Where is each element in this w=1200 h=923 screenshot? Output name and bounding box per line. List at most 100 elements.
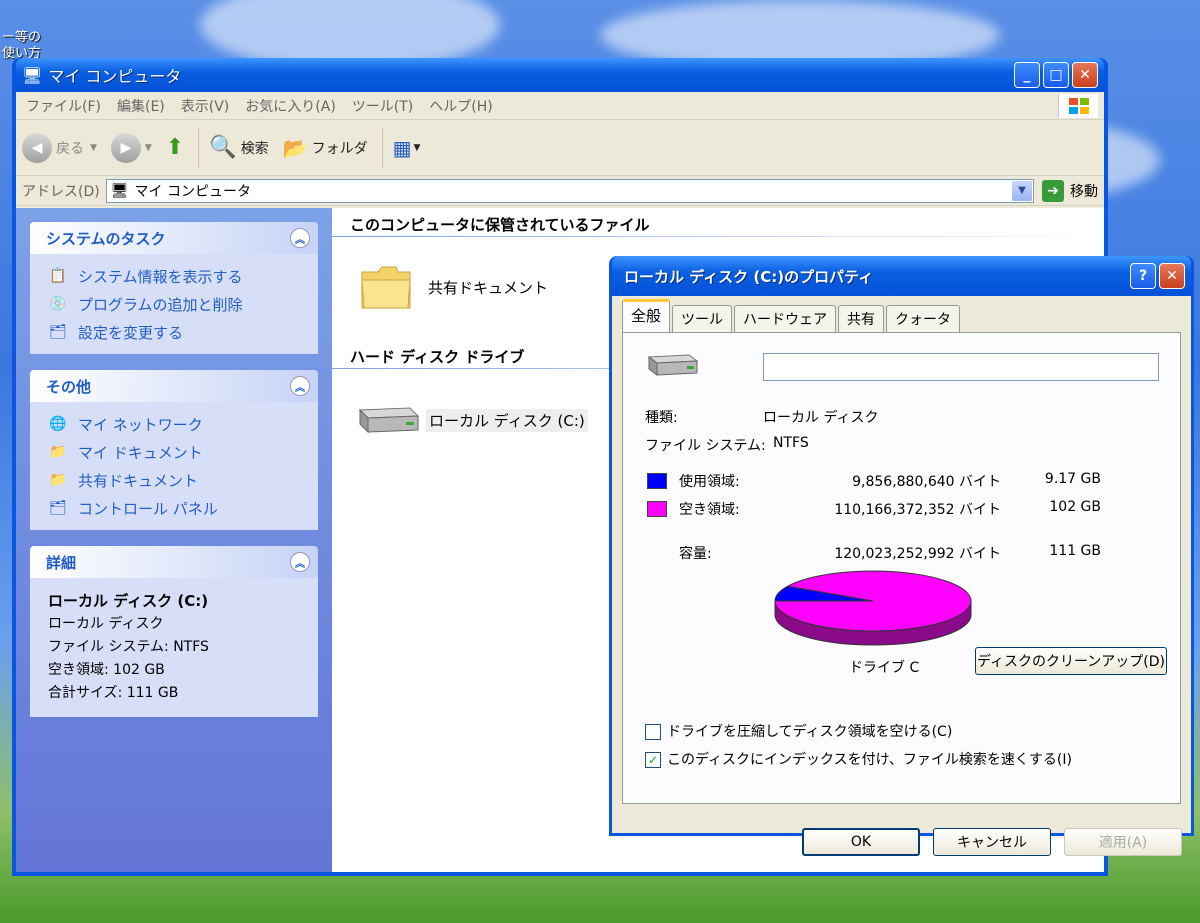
- folders-button[interactable]: 📂 フォルダ: [283, 136, 368, 160]
- group-header-stored-files: このコンピュータに保管されているファイル: [350, 216, 650, 234]
- group-divider: [332, 236, 1104, 237]
- capacity-bytes: 120,023,252,992 バイト: [834, 546, 1001, 562]
- menu-help[interactable]: ヘルプ(H): [429, 96, 492, 116]
- link-my-documents[interactable]: 📁 マイ ドキュメント: [48, 438, 304, 466]
- search-icon: 🔍: [209, 135, 237, 160]
- ok-button[interactable]: OK: [802, 828, 920, 856]
- collapse-icon[interactable]: ︽: [290, 376, 310, 396]
- task-view-system-info[interactable]: 📋 システム情報を表示する: [48, 262, 304, 290]
- minimize-button[interactable]: _: [1014, 62, 1040, 88]
- task-change-settings[interactable]: 🗂 設定を変更する: [48, 318, 304, 346]
- views-button[interactable]: ▦ ▼: [393, 136, 421, 160]
- general-tab-panel: 種類: ローカル ディスク ファイル システム: NTFS 使用領域: 9,85…: [622, 332, 1181, 804]
- link-control-panel[interactable]: 🗂 コントロール パネル: [48, 494, 304, 522]
- index-label: このディスクにインデックスを付け、ファイル検索を速くする(I): [667, 752, 1072, 768]
- details-header[interactable]: 詳細 ︽: [30, 546, 318, 578]
- computer-icon: 🖥: [110, 182, 129, 199]
- up-folder-icon: ⬆: [165, 135, 185, 160]
- folder-icon: [361, 266, 411, 309]
- divider: [645, 461, 1160, 462]
- capacity-label: 容量:: [679, 546, 712, 562]
- tab-hardware[interactable]: ハードウェア: [734, 305, 837, 332]
- address-field[interactable]: 🖥 マイ コンピュータ ▼: [105, 178, 1034, 203]
- system-info-icon: 📋: [49, 268, 67, 284]
- help-button[interactable]: ?: [1130, 263, 1156, 289]
- add-remove-programs-icon: 💿: [49, 296, 67, 312]
- menu-bar: ファイル(F) 編集(E) 表示(V) お気に入り(A) ツール(T) ヘルプ(…: [16, 92, 1104, 120]
- other-places-title: その他: [46, 377, 92, 396]
- details-name: ローカル ディスク (C:): [48, 592, 209, 610]
- type-label: 種類:: [645, 410, 678, 426]
- menu-view[interactable]: 表示(V): [181, 96, 230, 116]
- details-fs: ファイル システム: NTFS: [48, 639, 209, 655]
- go-button[interactable]: ➔ 移動: [1042, 179, 1098, 202]
- divider: [645, 529, 1160, 530]
- type-value: ローカル ディスク: [763, 410, 879, 426]
- used-gb: 9.17 GB: [1044, 471, 1101, 487]
- menu-favorites[interactable]: お気に入り(A): [245, 96, 336, 116]
- collapse-icon[interactable]: ︽: [290, 228, 310, 248]
- task-pane: システムのタスク ︽ 📋 システム情報を表示する 💿 プログラムの追加と削除 🗂…: [16, 208, 332, 872]
- compress-option[interactable]: ドライブを圧縮してディスク領域を空ける(C): [645, 721, 952, 741]
- other-places-header[interactable]: その他 ︽: [30, 370, 318, 402]
- free-gb: 102 GB: [1049, 499, 1101, 515]
- window-titlebar[interactable]: 🖥 マイ コンピュータ _ □ ✕: [16, 58, 1104, 92]
- tab-sharing[interactable]: 共有: [838, 305, 885, 332]
- tab-tools[interactable]: ツール: [672, 305, 733, 332]
- menu-tools[interactable]: ツール(T): [352, 96, 413, 116]
- system-tasks-header[interactable]: システムのタスク ︽: [30, 222, 318, 254]
- index-option[interactable]: ✓ このディスクにインデックスを付け、ファイル検索を速くする(I): [645, 749, 1072, 769]
- link-label: コントロール パネル: [78, 499, 218, 518]
- disk-usage-pie-chart: [774, 570, 972, 646]
- task-add-remove-programs[interactable]: 💿 プログラムの追加と削除: [48, 290, 304, 318]
- collapse-icon[interactable]: ︽: [290, 552, 310, 572]
- tab-quota[interactable]: クォータ: [886, 305, 961, 332]
- dialog-titlebar[interactable]: ローカル ディスク (C:)のプロパティ ? ✕: [612, 256, 1191, 296]
- details-free: 空き領域: 102 GB: [48, 662, 165, 678]
- link-shared-documents[interactable]: 📁 共有ドキュメント: [48, 466, 304, 494]
- forward-arrow-icon: ▶: [110, 132, 141, 163]
- up-folder-button[interactable]: ⬆: [166, 135, 184, 160]
- index-checkbox[interactable]: ✓: [645, 752, 661, 768]
- maximize-button[interactable]: □: [1043, 62, 1069, 88]
- compress-checkbox[interactable]: [645, 724, 661, 740]
- cancel-button[interactable]: キャンセル: [933, 828, 1051, 856]
- link-label: マイ ネットワーク: [78, 415, 203, 434]
- used-label: 使用領域:: [679, 474, 740, 490]
- details-type: ローカル ディスク: [48, 616, 164, 632]
- folders-label: フォルダ: [311, 140, 368, 157]
- chevron-down-icon: ▼: [413, 142, 421, 153]
- shared-documents-item[interactable]: 共有ドキュメント: [360, 262, 548, 312]
- dialog-title: ローカル ディスク (C:)のプロパティ: [624, 267, 874, 286]
- apply-button[interactable]: 適用(A): [1064, 828, 1182, 856]
- window-title: マイ コンピュータ: [48, 67, 182, 86]
- tab-general[interactable]: 全般: [622, 299, 671, 332]
- computer-icon: 🖥: [22, 65, 43, 85]
- chevron-down-icon: ▼: [144, 142, 152, 153]
- dialog-close-button[interactable]: ✕: [1159, 263, 1185, 289]
- chevron-down-icon[interactable]: ▼: [1012, 180, 1032, 201]
- free-label: 空き領域:: [679, 502, 740, 518]
- disk-cleanup-button[interactable]: ディスクのクリーンアップ(D): [975, 647, 1167, 675]
- tab-strip: 全般 ツール ハードウェア 共有 クォータ: [622, 299, 1181, 332]
- toolbar-separator: [198, 127, 200, 168]
- go-label: 移動: [1070, 183, 1098, 200]
- windows-logo-icon: [1058, 94, 1098, 118]
- menu-file[interactable]: ファイル(F): [26, 96, 101, 116]
- search-button[interactable]: 🔍 検索: [209, 135, 268, 160]
- other-places-panel: その他 ︽ 🌐 マイ ネットワーク 📁 マイ ドキュメント 📁 共有ドキュメント…: [30, 370, 318, 530]
- menu-edit[interactable]: 編集(E): [117, 96, 165, 116]
- link-my-network[interactable]: 🌐 マイ ネットワーク: [48, 410, 304, 438]
- drive-label: ドライブ C: [849, 660, 920, 676]
- close-button[interactable]: ✕: [1072, 62, 1098, 88]
- capacity-gb: 111 GB: [1049, 543, 1101, 559]
- back-button[interactable]: ◀ 戻る ▼: [22, 132, 97, 163]
- task-label: システム情報を表示する: [78, 267, 243, 286]
- volume-label-input[interactable]: [763, 353, 1159, 381]
- used-bytes: 9,856,880,640 バイト: [852, 474, 1001, 490]
- local-disk-c-item[interactable]: ローカル ディスク (C:): [354, 402, 588, 438]
- toolbar: ◀ 戻る ▼ ▶ ▼ ⬆ 🔍 検索 📂 フォルダ ▦ ▼: [16, 120, 1104, 176]
- forward-button[interactable]: ▶ ▼: [110, 132, 152, 163]
- item-label: 共有ドキュメント: [428, 278, 549, 297]
- hard-drive-icon: [358, 407, 420, 434]
